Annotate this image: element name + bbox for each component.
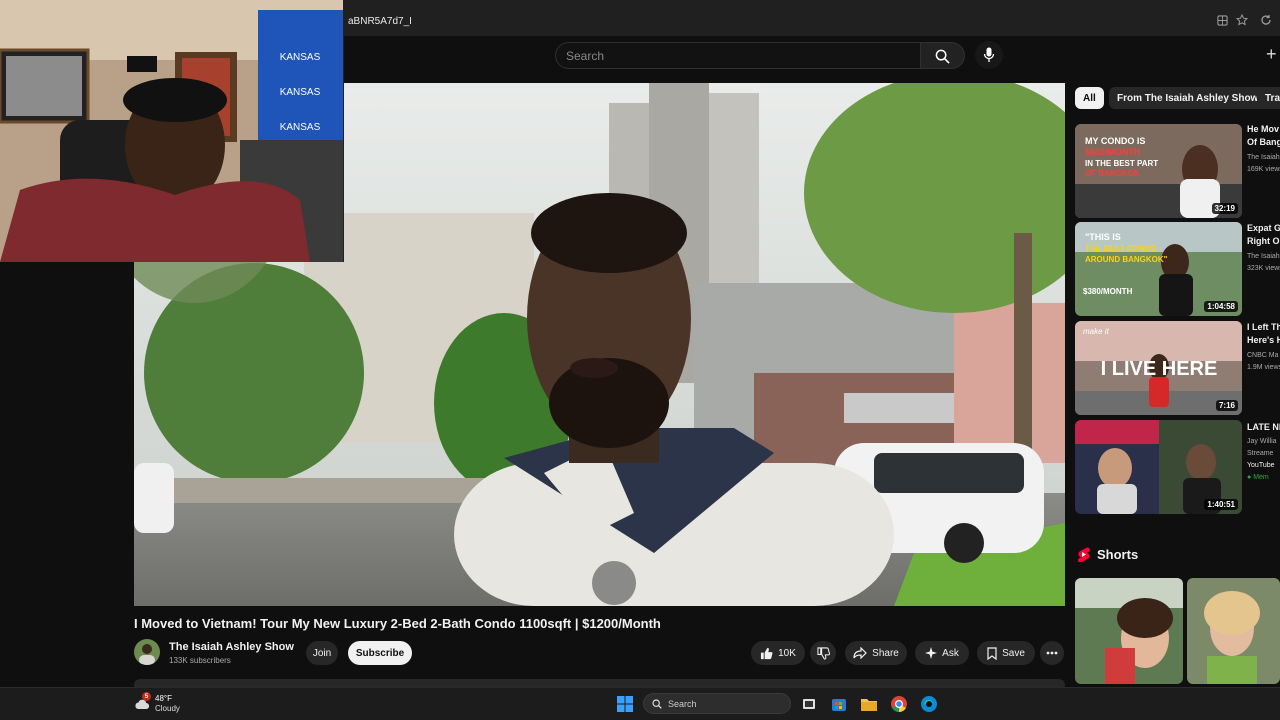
bookmark-icon [987,646,997,660]
short-thumbnail[interactable] [1187,578,1280,684]
video-title[interactable]: He Mov [1247,123,1279,136]
thumb-text: MY CONDO IS [1085,136,1145,146]
video-duration: 1:40:51 [1204,499,1238,510]
weather-condition[interactable]: Cloudy [155,704,180,713]
voice-search-button[interactable] [975,41,1003,69]
taskbar-search-label: Search [668,698,697,709]
subscriber-count: 133K subscribers [169,656,231,665]
thumb-text: make it [1083,327,1110,336]
video-duration: 7:16 [1215,400,1238,411]
search-field[interactable] [555,42,921,69]
windows-start-icon[interactable] [616,695,634,713]
share-button[interactable]: Share [845,641,907,665]
video-title[interactable]: Here's H [1247,334,1280,347]
plus-icon: + [1266,44,1277,64]
thumb-text: $650/MONTH [1085,147,1141,157]
thumb-text: I LIVE HERE [1101,358,1218,380]
video-title[interactable]: I Left Th [1247,321,1280,334]
save-label: Save [1002,647,1025,659]
search-input[interactable] [556,43,920,68]
store-icon[interactable] [830,695,848,713]
more-horizontal-icon [1046,651,1058,655]
video-title: I Moved to Vietnam! Tour My New Luxury 2… [134,616,661,631]
chrome-icon[interactable] [890,695,908,713]
channel-name: CNBC Ma [1247,352,1279,359]
shorts-label: Shorts [1097,547,1139,562]
channel-name[interactable]: The Isaiah Ashley Show [169,641,294,653]
share-label: Share [872,647,899,659]
thumbnail[interactable]: make it I LIVE HERE 7:16 [1075,321,1242,415]
like-button[interactable]: 10K [751,641,805,665]
file-explorer-icon[interactable] [860,695,878,713]
thumbnail[interactable]: "THIS IS THE BEST CONDO AROUND BANGKOK" … [1075,222,1242,316]
channel-name: The Isaiah [1247,253,1280,260]
thumb-text: OF BANGKOK [1085,169,1140,178]
view-count: 1.9M views [1247,364,1280,371]
channel-name: Jay Willia [1247,438,1277,445]
microphone-icon [983,47,995,62]
thumbnail[interactable]: 1:40:51 [1075,420,1242,514]
members-label: Mem [1253,474,1269,481]
video-duration: 1:04:58 [1204,301,1238,312]
subscribe-button[interactable]: Subscribe [348,641,412,665]
youtube-label: YouTube [1247,462,1275,469]
video-title[interactable]: Expat G [1247,222,1280,235]
kansas-poster-text-3: KANSAS [280,122,321,133]
ask-label: Ask [942,647,959,659]
thumbs-up-icon [761,647,773,659]
thumb-text: $380/MONTH [1083,287,1133,296]
search-icon [935,49,950,64]
save-button[interactable]: Save [977,641,1035,665]
dislike-button[interactable] [810,641,836,665]
shorts-header: Shorts [1077,547,1138,562]
join-button[interactable]: Join [306,641,338,665]
view-count: 169K views [1247,166,1280,173]
taskbar-search[interactable]: Search [643,693,791,714]
description-panel[interactable] [134,679,1065,687]
thumb-text: "THIS IS [1085,232,1121,242]
thumbs-down-icon [816,646,830,660]
thumb-text: THE BEST CONDO [1085,244,1157,253]
chip-travel[interactable]: Trav [1257,87,1280,109]
channel-name: The Isaiah [1247,154,1280,161]
thumb-text: AROUND BANGKOK" [1085,255,1168,264]
search-icon [652,699,662,709]
edge-icon[interactable] [920,695,938,713]
members-badge: ● Mem [1247,472,1269,484]
video-title[interactable]: LATE NI [1247,421,1280,434]
notification-badge: 5 [142,692,151,701]
thumb-text: IN THE BEST PART [1085,159,1158,168]
video-title[interactable]: Right O [1247,235,1280,248]
streamer-label: Streame [1247,450,1274,457]
shorts-icon [1078,547,1090,562]
search-button[interactable] [921,42,965,69]
like-count: 10K [778,647,796,659]
bookmark-star-icon[interactable] [1234,13,1250,30]
extensions-icon[interactable] [1214,14,1230,30]
kansas-poster-text: KANSAS [280,52,321,63]
video-duration: 32:19 [1211,203,1238,214]
chip-from-channel[interactable]: From The Isaiah Ashley Show [1109,87,1267,109]
thumbnail[interactable]: MY CONDO IS $650/MONTH IN THE BEST PART … [1075,124,1242,218]
create-button[interactable]: + [1266,44,1277,65]
chip-all[interactable]: All [1075,87,1104,109]
more-actions-button[interactable] [1040,641,1064,665]
webcam-feed: KANSAS KANSAS KANSAS [0,0,343,262]
video-title[interactable]: Of Bang [1247,136,1280,149]
share-icon [853,647,868,659]
weather-temperature[interactable]: 48°F [155,694,172,703]
short-thumbnail[interactable] [1075,578,1183,684]
task-view-icon[interactable] [800,695,818,713]
taskbar [0,687,1280,720]
view-count: 323K views [1247,265,1280,272]
url-text[interactable]: aBNR5A7d7_I [348,16,412,27]
ask-button[interactable]: Ask [915,641,969,665]
sparkle-icon [925,647,938,659]
webcam-overlay: KANSAS KANSAS KANSAS [0,0,344,262]
refresh-icon[interactable] [1258,14,1274,30]
channel-avatar[interactable] [134,639,160,665]
kansas-poster-text-2: KANSAS [280,87,321,98]
